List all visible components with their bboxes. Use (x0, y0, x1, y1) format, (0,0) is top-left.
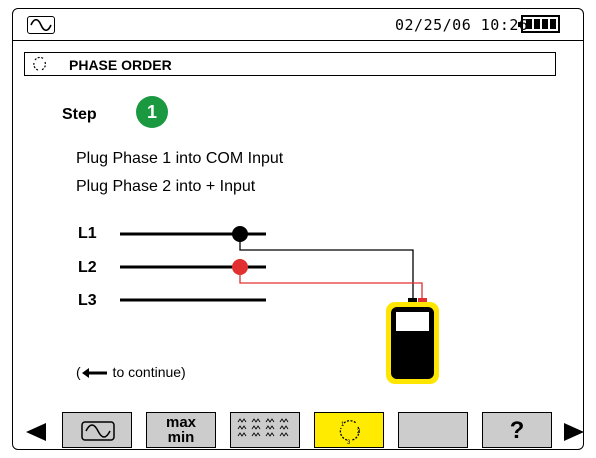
left-arrow-icon[interactable] (24, 422, 48, 442)
meter-device-icon (386, 298, 439, 384)
harmonics-button[interactable] (230, 412, 300, 448)
max-min-label: max min (165, 414, 197, 446)
phase-order-icon: 1 2 3 (339, 420, 361, 445)
harmonics-icon (237, 418, 289, 437)
black-probe-clip (232, 226, 248, 242)
max-min-button[interactable]: max min (146, 412, 216, 448)
help-label: ? (509, 417, 525, 444)
svg-text:2: 2 (357, 429, 361, 435)
help-button[interactable]: ? (482, 412, 552, 448)
continue-hint: ( to continue) (76, 364, 186, 380)
waveform-mode-button[interactable] (62, 412, 132, 448)
blank-function-button[interactable] (398, 412, 468, 448)
svg-text:3: 3 (347, 440, 351, 445)
red-probe-wire (239, 267, 423, 302)
function-key-bar: max min 1 2 3 ? (0, 408, 596, 452)
enter-arrow-icon (81, 368, 107, 379)
right-arrow-icon[interactable] (562, 422, 586, 442)
phase-order-button[interactable]: 1 2 3 (314, 412, 384, 448)
waveform-icon (81, 421, 115, 441)
red-probe-clip (232, 259, 248, 275)
wiring-diagram (120, 226, 439, 384)
